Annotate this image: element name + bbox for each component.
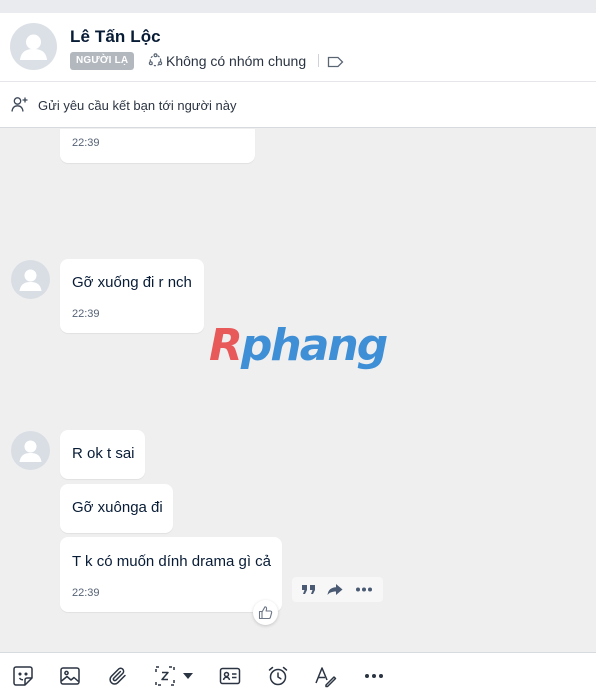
contact-name[interactable]: Lê Tấn Lộc [70, 27, 161, 47]
add-friend-icon [11, 96, 29, 113]
header-divider [318, 54, 319, 67]
quote-icon[interactable] [300, 581, 318, 598]
message-text: T k có muốn dính drama gì cả [72, 553, 271, 570]
top-strip [0, 0, 596, 13]
friend-request-bar[interactable]: Gửi yêu cầu kết bạn tới người này [0, 82, 596, 128]
message-text: R ok t sai [72, 445, 135, 462]
message-bubble[interactable]: R ok t sai [60, 430, 145, 479]
image-icon[interactable] [58, 664, 82, 688]
watermark-letter: R [209, 320, 243, 371]
watermark-word: phang [240, 320, 388, 371]
message-bubble[interactable]: Gỡ xuônga đi [60, 484, 173, 533]
react-like-button[interactable] [253, 600, 278, 625]
message-actions [292, 577, 383, 602]
contact-avatar[interactable] [10, 23, 57, 70]
text-format-icon[interactable] [313, 664, 337, 688]
more-icon[interactable] [355, 581, 373, 598]
contact-card-icon[interactable] [218, 664, 242, 688]
message-bubble[interactable]: 22:39 [60, 129, 255, 163]
message-list[interactable]: 22:39 Gỡ xuống đi r nch 22:39 Rphang R o… [0, 129, 596, 652]
screenshot-icon[interactable] [153, 664, 177, 688]
message-time: 22:39 [72, 308, 100, 320]
message-text: Gỡ xuônga đi [72, 499, 163, 516]
sticker-icon[interactable] [11, 664, 35, 688]
chevron-down-icon[interactable] [180, 664, 196, 688]
more-options-icon[interactable] [362, 664, 386, 688]
sender-avatar[interactable] [11, 260, 50, 299]
common-groups-label[interactable]: Không có nhóm chung [166, 53, 306, 69]
message-time: 22:39 [72, 137, 100, 149]
sender-avatar[interactable] [11, 431, 50, 470]
message-bubble[interactable]: Gỡ xuống đi r nch 22:39 [60, 259, 204, 333]
thumbs-up-icon [258, 605, 273, 620]
composer-toolbar [0, 652, 596, 694]
label-tag-icon[interactable] [327, 55, 344, 68]
message-time: 22:39 [72, 587, 100, 599]
group-icon [148, 53, 163, 68]
forward-icon[interactable] [326, 581, 344, 598]
stranger-badge: NGƯỜI LẠ [70, 52, 135, 70]
message-bubble[interactable]: T k có muốn dính drama gì cả 22:39 [60, 537, 282, 612]
reminder-icon[interactable] [266, 664, 290, 688]
message-text: Gỡ xuống đi r nch [72, 274, 192, 291]
friend-request-label: Gửi yêu cầu kết bạn tới người này [38, 98, 237, 113]
chat-header: Lê Tấn Lộc NGƯỜI LẠ Không có nhóm chung [0, 13, 596, 82]
watermark-logo: Rphang [209, 320, 388, 371]
attachment-icon[interactable] [106, 664, 130, 688]
